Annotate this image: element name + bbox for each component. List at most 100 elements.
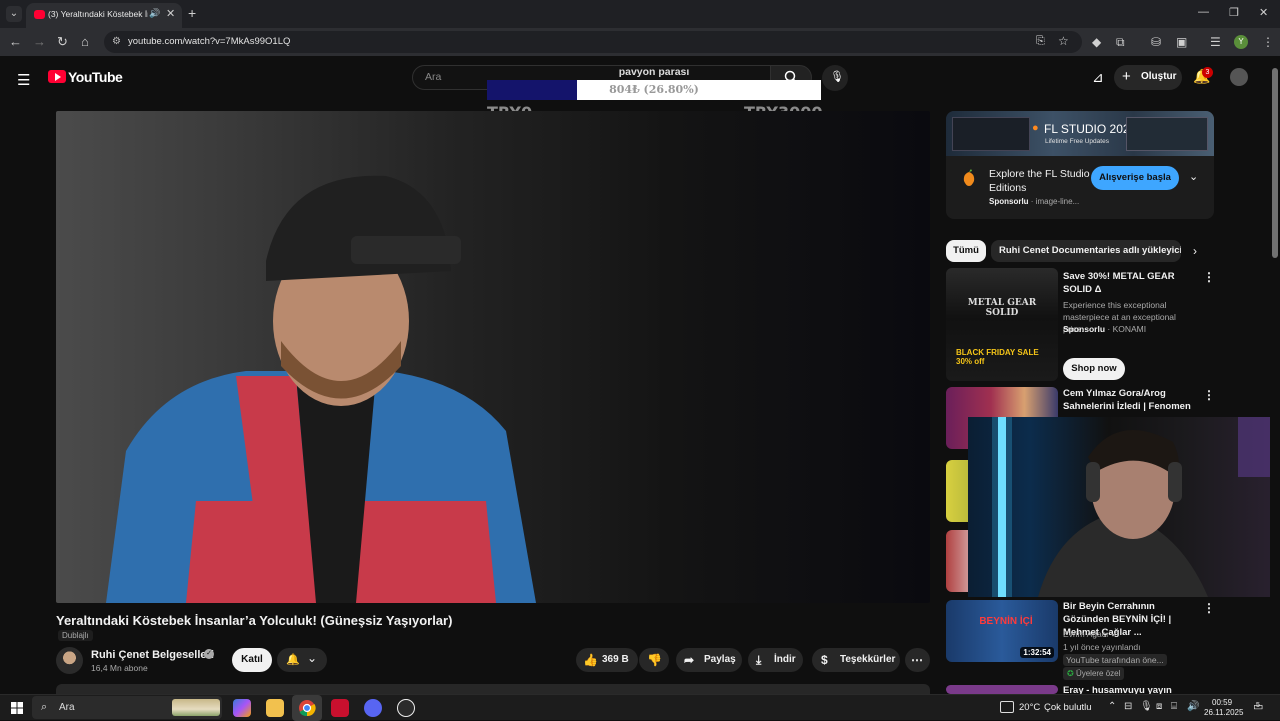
extension-diamond-icon[interactable]: ◆ — [1092, 35, 1101, 49]
voice-search-button[interactable]: 🎙 — [822, 65, 848, 91]
channel-name[interactable]: Ruhi Çenet Belgeselleri — [91, 649, 214, 661]
more-vertical-icon[interactable]: ⋮ — [1203, 270, 1215, 284]
members-only-badge: ✪ Üyelere özel — [1063, 667, 1125, 680]
ad-banner-image[interactable]: ● FL STUDIO 2025 Lifetime Free Updates — [946, 111, 1214, 156]
home-icon[interactable]: ⌂ — [81, 34, 89, 49]
ad-shop-button[interactable]: Alışverişe başla — [1091, 166, 1179, 190]
reading-list-icon[interactable]: ☰ — [1210, 35, 1221, 49]
obs-icon[interactable] — [397, 699, 415, 717]
fl-fruit-icon: ● — [1032, 122, 1039, 134]
notification-center-icon[interactable]: ▭ 5 — [1253, 700, 1263, 713]
create-button[interactable]: + Oluştur — [1114, 65, 1182, 90]
performance-icon[interactable]: ⛁ — [1151, 35, 1161, 49]
video-thumbnail[interactable] — [946, 685, 1058, 694]
window-close-icon[interactable]: ✕ — [1259, 6, 1268, 19]
new-tab-button[interactable]: + — [188, 5, 196, 21]
chevron-down-icon[interactable]: ⌄ — [1189, 170, 1198, 183]
file-explorer-icon[interactable] — [266, 699, 284, 717]
taskbar-search-box[interactable]: ⌕ Ara — [32, 696, 222, 719]
chip-all[interactable]: Tümü — [946, 240, 986, 262]
temperature[interactable]: 20°C — [1019, 702, 1040, 713]
copilot-icon[interactable] — [233, 699, 251, 717]
youtube-play-icon — [55, 73, 61, 81]
channel-avatar[interactable] — [56, 647, 83, 674]
browser-tab[interactable]: (3) Yeraltındaki Köstebek İn 🔊 ✕ — [26, 3, 182, 28]
chip-channel-uploads[interactable]: Ruhi Cenet Documentaries adlı yükleyicid… — [991, 240, 1181, 262]
weather-widget-icon[interactable] — [1000, 701, 1014, 713]
omnibox[interactable]: ⚙ youtube.com/watch?v=7MkAs99O1LQ ⎘ ☆ — [104, 31, 1082, 53]
item-channel[interactable]: Evrim Ağacı ✔ — [1063, 628, 1118, 640]
search-icon: ⌕ — [41, 701, 48, 713]
install-app-icon[interactable]: ⎘ — [1036, 35, 1045, 48]
speaker-icon[interactable]: 🔊 — [149, 8, 160, 19]
more-vertical-icon[interactable]: ⋮ — [1203, 601, 1215, 615]
item-title[interactable]: Save 30%! METAL GEAR SOLID Δ — [1063, 270, 1195, 296]
browser-menu-icon[interactable]: ⋮ — [1262, 35, 1274, 49]
ad-meta: Sponsorlu · image-line... — [989, 197, 1080, 206]
weather-condition[interactable]: Çok bulutlu — [1044, 702, 1092, 713]
reload-icon[interactable]: ↻ — [57, 34, 68, 50]
chevron-up-icon[interactable]: ⌃ — [1108, 701, 1116, 712]
discord-icon[interactable] — [364, 699, 382, 717]
media-control-icon[interactable]: ▣ — [1176, 35, 1187, 49]
taskbar-search-label: Ara — [59, 702, 75, 713]
like-button[interactable]: 👍 369 B — [576, 648, 638, 672]
fl-studio-logo-icon — [963, 169, 975, 186]
scrollbar-thumb[interactable] — [1272, 68, 1278, 258]
chevron-right-icon[interactable]: › — [1193, 244, 1197, 258]
more-actions-button[interactable]: ⋯ — [905, 648, 930, 672]
sponsored-ad-card[interactable]: ● FL STUDIO 2025 Lifetime Free Updates E… — [946, 111, 1214, 219]
shop-now-button[interactable]: Shop now — [1063, 358, 1125, 380]
more-vertical-icon[interactable]: ⋮ — [1203, 388, 1215, 402]
tray-app-icon[interactable]: ⊟ — [1124, 701, 1132, 712]
video-frame-person — [106, 175, 536, 603]
clock-date[interactable]: 26.11.2025 — [1204, 708, 1243, 717]
notification-badge: 3 — [1202, 67, 1213, 78]
subscribed-bell-button[interactable]: 🔔 ⌄ — [277, 648, 327, 672]
join-button[interactable]: Katıl — [232, 648, 272, 672]
tab-search-button[interactable]: ⌄ — [6, 6, 22, 22]
ad-title[interactable]: Explore the FL Studio Editions — [989, 167, 1099, 195]
more-horizontal-icon: ⋯ — [911, 653, 923, 667]
extensions-puzzle-icon[interactable]: ⧉ — [1116, 35, 1125, 50]
ad-screenshot-image — [952, 117, 1030, 151]
share-button[interactable]: ➦ Paylaş — [676, 648, 742, 672]
network-icon[interactable]: ⌸ — [1171, 701, 1177, 712]
close-tab-icon[interactable]: ✕ — [166, 7, 175, 20]
thumbnail-sale-text: BLACK FRIDAY SALE 30% off — [956, 348, 1039, 366]
thumbs-down-icon: 👎 — [647, 653, 662, 667]
minimize-icon[interactable]: — — [1198, 6, 1209, 18]
dubbed-badge: Dublajlı — [58, 630, 93, 641]
notification-count: 5 — [1256, 702, 1260, 709]
hamburger-menu-icon[interactable]: ☰ — [17, 71, 30, 89]
youtube-logo-text[interactable]: YouTube — [68, 69, 123, 85]
restore-icon[interactable]: ❐ — [1229, 6, 1239, 19]
cast-icon[interactable]: ⊿ — [1092, 69, 1104, 86]
profile-avatar[interactable]: Y — [1234, 35, 1248, 49]
thanks-button[interactable]: $ Teşekkürler — [812, 648, 900, 672]
site-info-icon[interactable]: ⚙ — [112, 36, 121, 47]
bookmark-star-icon[interactable]: ☆ — [1058, 34, 1069, 48]
video-player[interactable] — [56, 111, 930, 603]
account-avatar[interactable] — [1230, 68, 1248, 86]
metal-gear-thumbnail[interactable]: METAL GEAR SOLID BLACK FRIDAY SALE 30% o… — [946, 268, 1058, 381]
volume-icon[interactable]: 🔊 — [1187, 701, 1199, 712]
forward-icon[interactable]: → — [33, 34, 46, 49]
dislike-button[interactable]: 👎 — [639, 648, 669, 672]
sponsored-label: Sponsorlu — [989, 197, 1029, 206]
url-text[interactable]: youtube.com/watch?v=7MkAs99O1LQ — [128, 36, 290, 47]
clock-time[interactable]: 00:59 — [1212, 698, 1232, 707]
download-button[interactable]: ⤓ İndir — [748, 648, 803, 672]
streamer-webcam-overlay — [968, 417, 1280, 597]
item-title[interactable]: Eray - husamvuyu yayın vakti 11 — [1063, 684, 1195, 694]
tray-screen-icon[interactable]: ⧈ — [1156, 701, 1162, 712]
microphone-icon[interactable]: 🎙 — [1140, 701, 1153, 712]
members-icon: ✪ — [1067, 669, 1074, 678]
download-icon: ⤓ — [756, 653, 762, 667]
beyin-thumbnail[interactable]: BEYNİN İÇİ 1:32:54 — [946, 600, 1058, 662]
windows-start-icon[interactable] — [11, 702, 23, 714]
page-scrollbar[interactable] — [1270, 60, 1280, 692]
news-app-icon[interactable] — [331, 699, 349, 717]
chrome-taskbar-active[interactable] — [292, 695, 322, 721]
back-icon[interactable]: ← — [9, 34, 22, 49]
